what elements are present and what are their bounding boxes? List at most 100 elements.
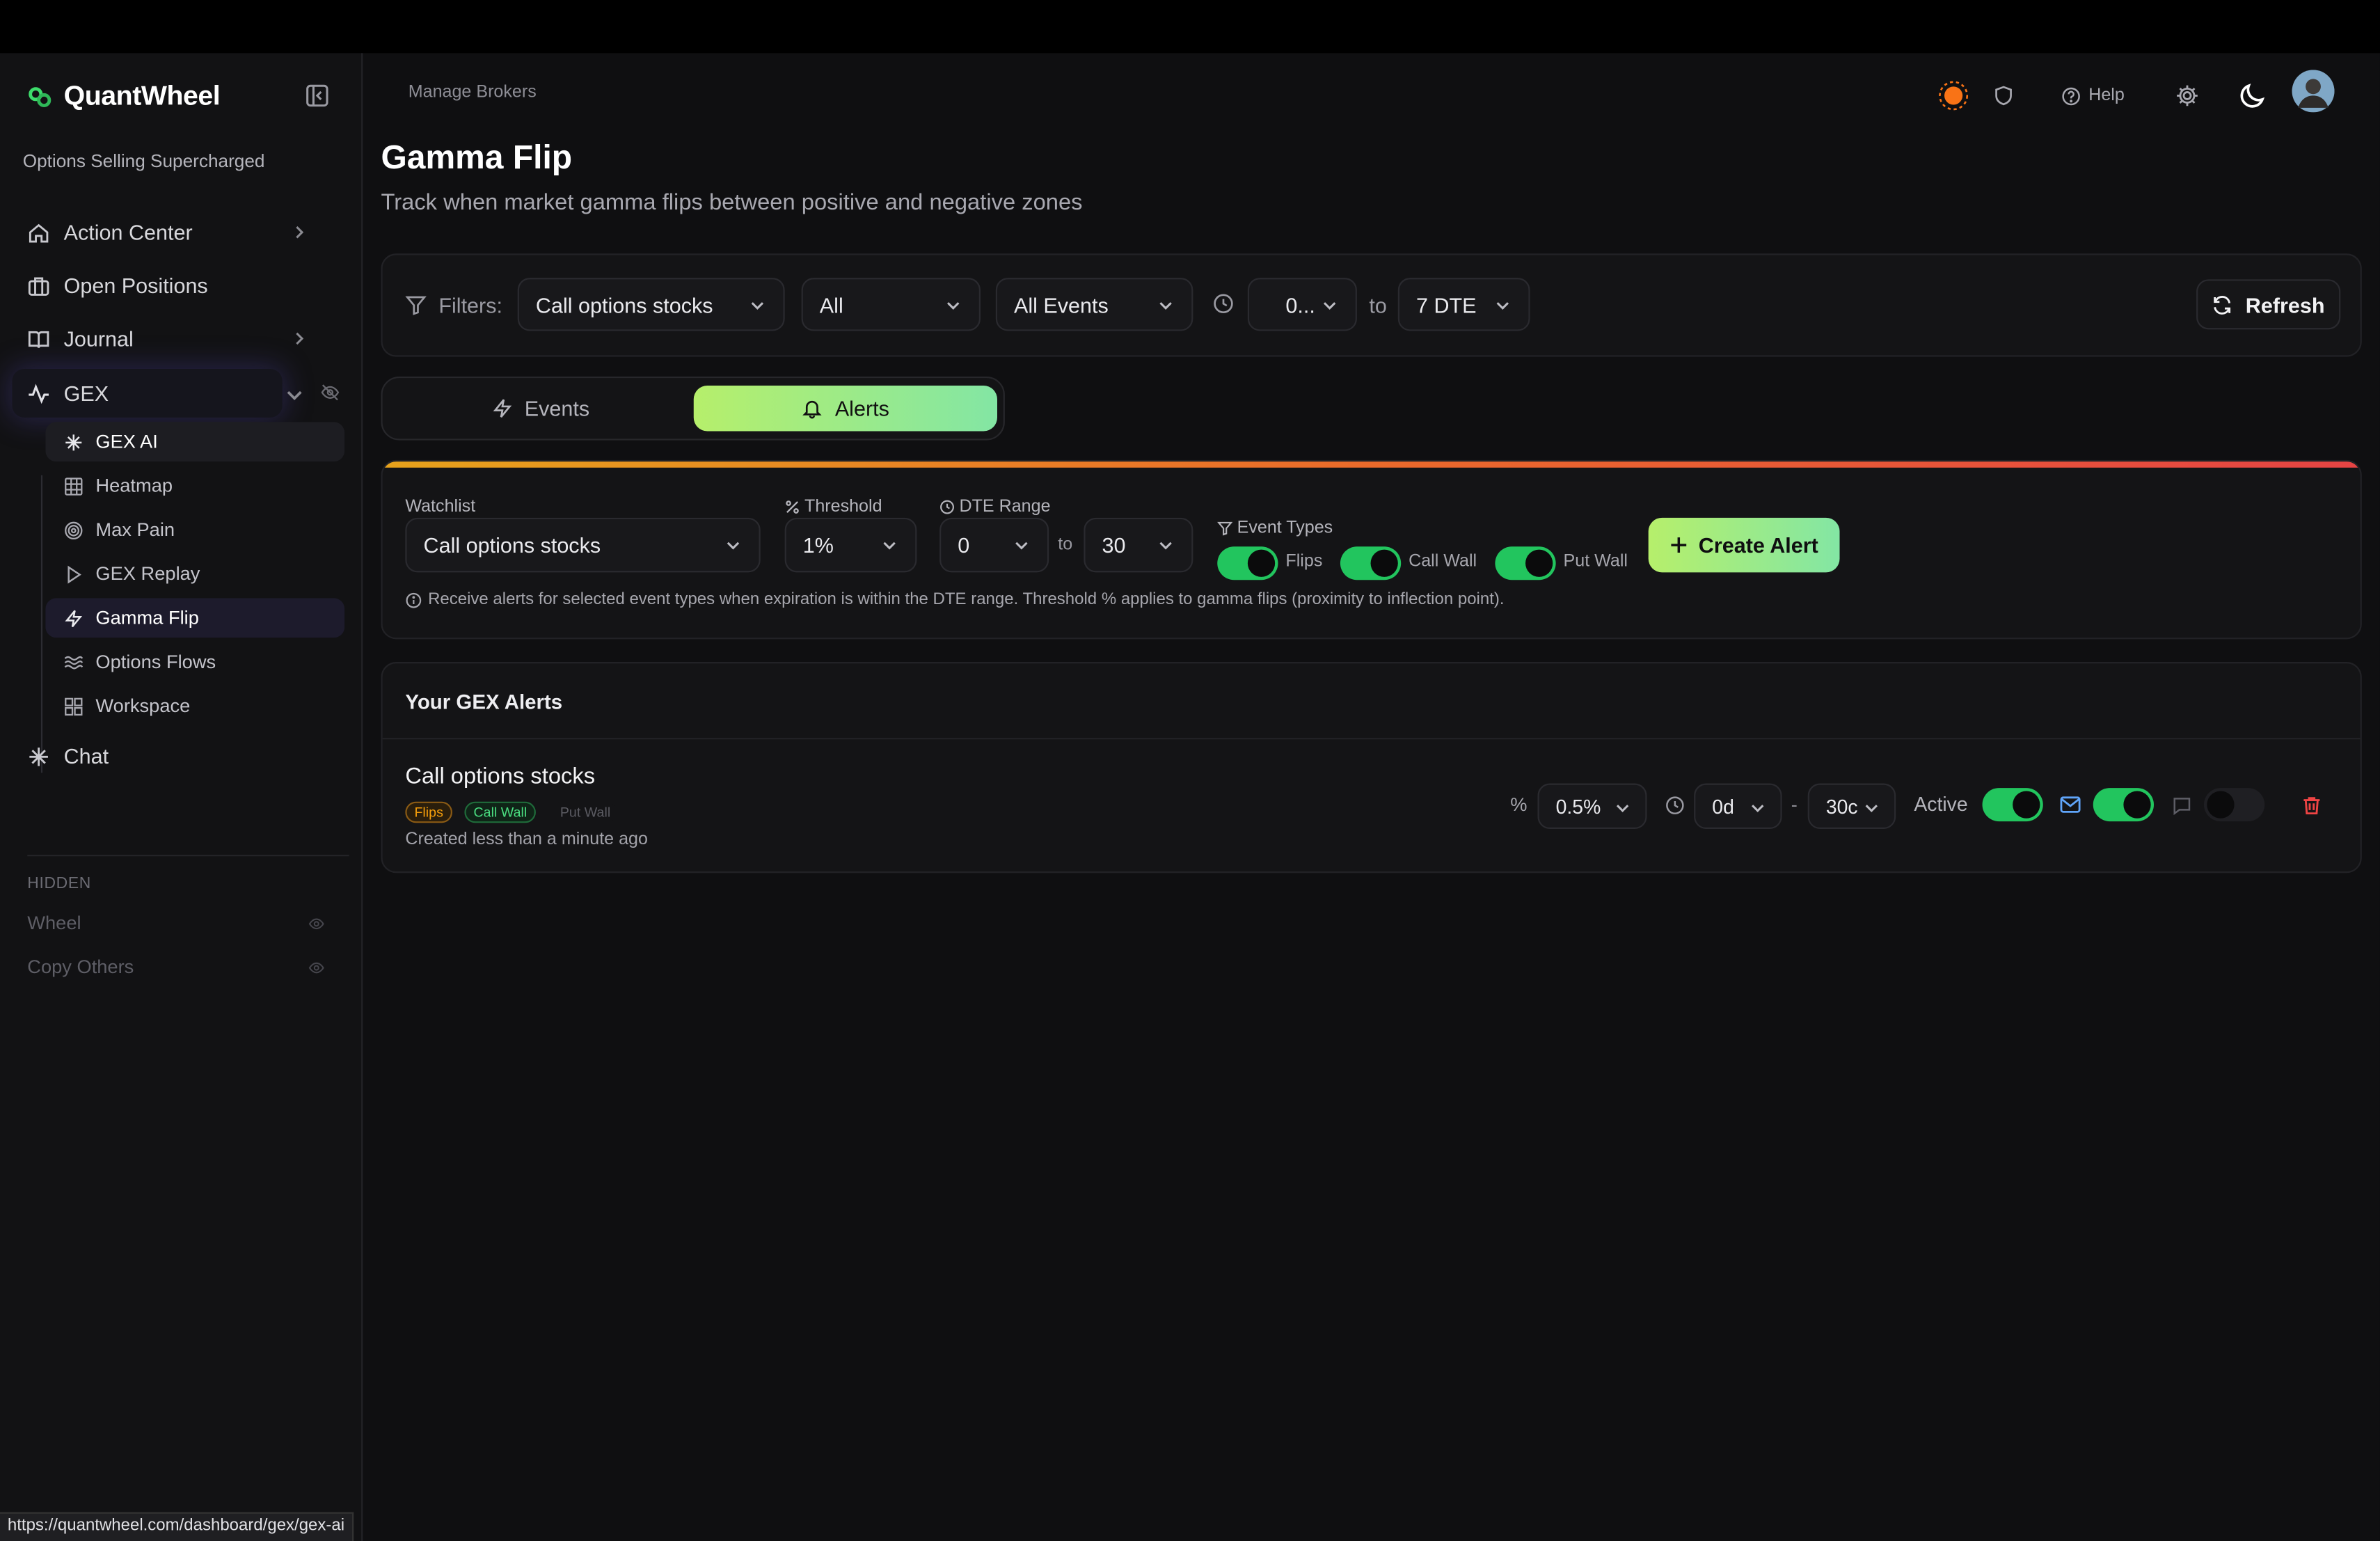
zap-icon <box>492 399 511 418</box>
sidebar-item-journal[interactable]: Journal <box>12 315 349 363</box>
book-icon <box>28 330 49 347</box>
sidebar-item-label: Open Positions <box>63 273 208 298</box>
toggle-put-wall[interactable] <box>1495 546 1556 580</box>
sidebar-collapse-icon[interactable] <box>303 82 331 109</box>
alert-dte-to-select[interactable]: 30 <box>1084 517 1193 573</box>
message-icon <box>2173 798 2191 816</box>
hidden-item-wheel[interactable]: Wheel <box>27 912 331 934</box>
sparkles-icon <box>29 746 48 766</box>
badge-call-wall: Call Wall <box>464 801 537 823</box>
sidebar-subitem-label: Options Flows <box>95 651 216 673</box>
row-dte-to-select[interactable]: 30c <box>1807 783 1896 829</box>
target-icon <box>65 521 83 539</box>
brand[interactable]: QuantWheel <box>27 80 221 113</box>
active-toggle[interactable] <box>1982 788 2043 822</box>
sidebar-item-gex[interactable]: GEX <box>12 369 283 418</box>
hidden-item-label: Wheel <box>27 912 81 934</box>
settings-button[interactable] <box>2175 77 2200 113</box>
row-dte-to-value: 30c <box>1825 794 1858 818</box>
chevron-down-icon <box>751 302 764 310</box>
threshold-select[interactable]: 1% <box>784 517 917 573</box>
app-root: QuantWheel Options Selling Supercharged … <box>0 0 2380 1541</box>
filter-icon <box>1217 521 1233 536</box>
sidebar-subitem-label: GEX Replay <box>95 563 200 585</box>
page-title: Gamma Flip <box>381 138 573 177</box>
home-icon <box>29 223 49 242</box>
toggle-flips[interactable] <box>1217 546 1278 580</box>
direction-select[interactable]: All <box>801 278 981 331</box>
toggle-put-wall-label: Put Wall <box>1563 552 1628 571</box>
breadcrumb[interactable]: Manage Brokers <box>408 84 537 102</box>
sidebar-subitem-max-pain[interactable]: Max Pain <box>45 510 344 550</box>
refresh-button[interactable]: Refresh <box>2196 279 2341 330</box>
shield-button[interactable] <box>1993 77 2015 113</box>
sidebar-item-action-center[interactable]: Action Center <box>12 208 349 257</box>
help-button[interactable]: Help <box>2061 77 2125 113</box>
gear-icon <box>2177 85 2198 106</box>
sms-toggle[interactable] <box>2203 788 2265 822</box>
eye-icon[interactable] <box>308 960 325 977</box>
sidebar-item-open-positions[interactable]: Open Positions <box>12 261 349 310</box>
sidebar-subitem-label: Max Pain <box>95 519 175 541</box>
dte-from-select-value: 0... <box>1285 292 1315 317</box>
info-icon <box>406 592 422 608</box>
threshold-label: Threshold <box>785 498 882 516</box>
eye-icon[interactable] <box>308 915 325 932</box>
brand-name: QuantWheel <box>63 80 221 111</box>
sidebar-item-label: Chat <box>63 743 109 768</box>
create-alert-button[interactable]: Create Alert <box>1648 517 1840 573</box>
dte-to-select[interactable]: 7 DTE <box>1397 278 1530 331</box>
row-threshold-value: 0.5% <box>1555 794 1601 818</box>
alert-dte-from-select[interactable]: 0 <box>939 517 1049 573</box>
status-indicator[interactable] <box>1938 77 1969 113</box>
plus-icon <box>1671 537 1687 553</box>
clock-icon <box>940 500 954 514</box>
alert-dte-to-value: 30 <box>1102 532 1126 558</box>
event-type-select[interactable]: All Events <box>995 278 1193 331</box>
hidden-item-copy-others[interactable]: Copy Others <box>27 956 331 978</box>
layout-icon <box>65 697 83 715</box>
chevron-right-icon <box>296 226 304 239</box>
to-label: to <box>1369 292 1387 317</box>
watchlist-select-value: Call options stocks <box>535 292 713 317</box>
row-dte-from-select[interactable]: 0d <box>1694 783 1782 829</box>
alert-watchlist-select[interactable]: Call options stocks <box>405 517 761 573</box>
trash-icon[interactable] <box>2301 794 2323 817</box>
sidebar-subitem-label: Workspace <box>95 695 191 717</box>
sidebar-subitem-gex-ai[interactable]: GEX AI <box>45 422 345 462</box>
percent-symbol: % <box>1510 793 1528 816</box>
sidebar-subitem-heatmap[interactable]: Heatmap <box>45 466 344 506</box>
row-threshold-select[interactable]: 0.5% <box>1537 783 1647 829</box>
chevron-down-icon <box>1752 805 1764 812</box>
sidebar-subitem-gamma-flip[interactable]: Gamma Flip <box>45 598 345 638</box>
avatar[interactable] <box>2292 70 2335 113</box>
eye-off-icon[interactable] <box>320 383 340 402</box>
badge-flips: Flips <box>405 801 453 823</box>
chevron-down-icon[interactable] <box>285 386 303 404</box>
dte-range-label: DTE Range <box>939 498 1051 516</box>
create-alert-card: Watchlist Call options stocks Threshold … <box>381 459 2362 640</box>
dte-from-select[interactable]: 0... <box>1247 278 1357 331</box>
tab-alerts[interactable]: Alerts <box>693 386 997 432</box>
status-bar-url: https://quantwheel.com/dashboard/gex/gex… <box>0 1512 354 1541</box>
sidebar-item-chat[interactable]: Chat <box>12 732 349 780</box>
toggle-call-wall[interactable] <box>1340 546 1402 580</box>
tab-events[interactable]: Events <box>388 386 692 431</box>
alert-info-text: Receive alerts for selected event types … <box>428 590 1505 609</box>
sidebar-item-label: Journal <box>63 326 134 351</box>
sidebar-subitem-gex-replay[interactable]: GEX Replay <box>45 554 344 594</box>
watchlist-select[interactable]: Call options stocks <box>517 278 785 331</box>
activity-icon <box>29 383 49 404</box>
sidebar-subitem-options-flows[interactable]: Options Flows <box>45 642 344 682</box>
email-toggle[interactable] <box>2093 788 2155 822</box>
chevron-down-icon <box>1616 805 1629 812</box>
clock-icon <box>1666 796 1684 814</box>
briefcase-icon <box>28 276 49 295</box>
sidebar-subitem-workspace[interactable]: Workspace <box>45 686 344 726</box>
sidebar-subitem-label: GEX AI <box>95 431 158 453</box>
theme-toggle[interactable] <box>2237 77 2268 113</box>
sidebar-item-label: Action Center <box>63 220 193 245</box>
direction-select-value: All <box>819 292 843 317</box>
sidebar-subitem-label: Gamma Flip <box>95 607 199 629</box>
event-type-select-value: All Events <box>1013 292 1109 317</box>
